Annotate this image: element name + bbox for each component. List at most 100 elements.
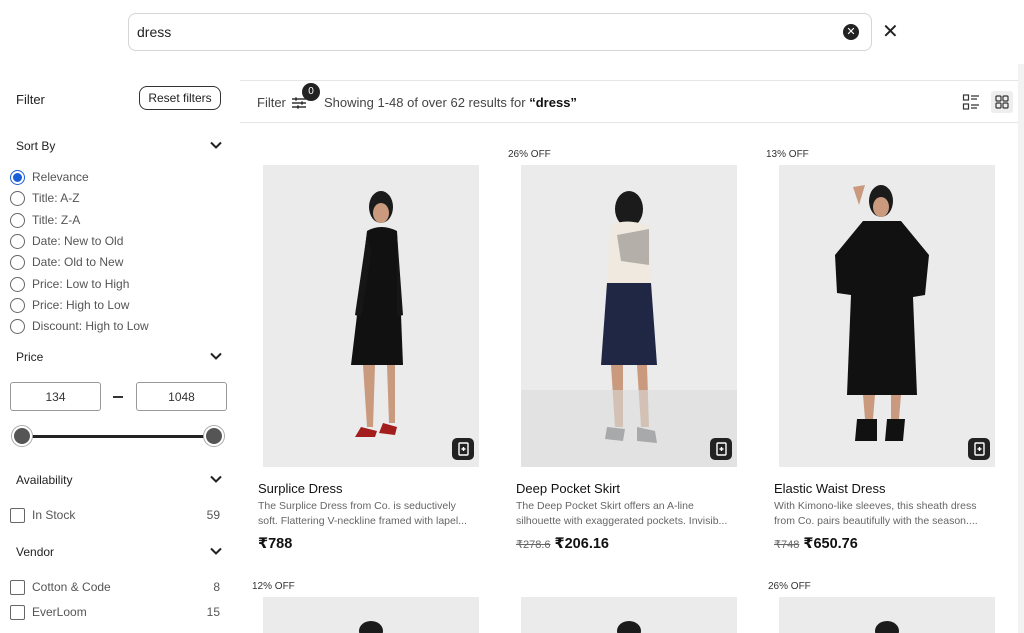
chevron-down-icon[interactable]: [210, 350, 222, 362]
price-min-input[interactable]: [10, 382, 101, 411]
sort-option[interactable]: Date: Old to New: [10, 253, 123, 271]
sort-option-label: Date: New to Old: [32, 234, 124, 248]
radio-button[interactable]: [10, 297, 25, 313]
radio-button[interactable]: [10, 169, 25, 185]
price-slider-track: [22, 435, 214, 438]
grid-view-icon[interactable]: [991, 91, 1013, 113]
radio-button[interactable]: [10, 276, 25, 292]
sort-option[interactable]: Date: New to Old: [10, 232, 123, 250]
product-image[interactable]: [263, 597, 479, 633]
product-description: With Kimono-like sleeves, this sheath dr…: [774, 499, 1004, 529]
price-title: Price: [16, 350, 44, 364]
circle-x-icon[interactable]: ✕: [843, 24, 859, 40]
sort-option-label: Title: A-Z: [32, 191, 80, 205]
results-query: “dress”: [529, 95, 577, 110]
description-line: The Surplice Dress from Co. is seductive…: [258, 500, 456, 512]
product-price: ₹278.6 ₹206.16: [516, 536, 609, 552]
chevron-down-icon[interactable]: [210, 545, 222, 557]
checkbox[interactable]: [10, 579, 25, 595]
discount-badge: 26% OFF: [768, 581, 811, 592]
search-box: ✕: [128, 13, 872, 51]
product-photo: [521, 191, 737, 467]
sort-by-title: Sort By: [16, 139, 56, 153]
facet-count: 59: [206, 508, 220, 522]
filter-sidebar: Filter Reset filters Sort By Relevance Ti…: [0, 80, 240, 633]
radio-button[interactable]: [10, 233, 25, 249]
checkbox-label: Cotton & Code: [32, 580, 111, 594]
description-line: from Co. pairs beautifully with the seas…: [774, 515, 978, 527]
description-line: With Kimono-like sleeves, this sheath dr…: [774, 500, 977, 512]
close-icon[interactable]: ✕: [882, 20, 900, 44]
radio-button[interactable]: [10, 254, 25, 270]
radio-button[interactable]: [10, 318, 25, 334]
vendor-title: Vendor: [16, 545, 55, 559]
product-image[interactable]: [779, 597, 995, 633]
toolbar-filter-label[interactable]: Filter: [257, 95, 286, 110]
checkbox-label: In Stock: [32, 508, 76, 522]
availability-in-stock[interactable]: In Stock 59: [10, 506, 220, 524]
price-max-input[interactable]: [136, 382, 227, 411]
search-input[interactable]: [137, 18, 827, 46]
product-image[interactable]: [521, 165, 737, 467]
filter-heading: Filter: [16, 92, 45, 107]
results-toolbar: Filter 0 Showing 1-48 of over 62 results…: [240, 80, 1020, 123]
product-title[interactable]: Surplice Dress: [258, 481, 343, 496]
chevron-down-icon[interactable]: [210, 139, 222, 151]
reset-filters-button[interactable]: Reset filters: [139, 86, 221, 110]
product-title[interactable]: Elastic Waist Dress: [774, 481, 885, 496]
facet-count: 15: [206, 605, 220, 619]
price-range-dash: [113, 396, 123, 398]
discount-badge: 12% OFF: [252, 581, 295, 592]
product-image[interactable]: [779, 165, 995, 467]
original-price: ₹748: [774, 539, 800, 551]
sort-option-label: Price: Low to High: [32, 277, 130, 291]
product-image[interactable]: [263, 165, 479, 467]
vendor-cotton-code[interactable]: Cotton & Code 8: [10, 578, 220, 596]
original-price: ₹278.6: [516, 539, 551, 551]
chevron-down-icon[interactable]: [210, 473, 222, 485]
quick-add-icon[interactable]: [452, 438, 474, 460]
product-price: ₹788: [258, 536, 292, 552]
sort-option[interactable]: Price: Low to High: [10, 275, 129, 293]
radio-button[interactable]: [10, 190, 25, 206]
product-title[interactable]: Deep Pocket Skirt: [516, 481, 620, 496]
results-summary: Showing 1-48 of over 62 results for “dre…: [324, 95, 577, 110]
sale-price: ₹206.16: [554, 536, 609, 552]
sort-option-label: Date: Old to New: [32, 255, 124, 269]
sale-price: ₹788: [258, 536, 293, 552]
checkbox[interactable]: [10, 604, 25, 620]
sort-option-label: Price: High to Low: [32, 298, 130, 312]
price-slider-min-handle[interactable]: [12, 426, 32, 446]
sort-option[interactable]: Title: Z-A: [10, 211, 80, 229]
price-slider-max-handle[interactable]: [204, 426, 224, 446]
quick-add-icon[interactable]: [968, 438, 990, 460]
product-photo: [351, 191, 403, 437]
sale-price: ₹650.76: [803, 536, 858, 552]
sort-option[interactable]: Discount: High to Low: [10, 317, 149, 335]
product-photo: [617, 621, 641, 633]
sort-option-label: Discount: High to Low: [32, 319, 149, 333]
radio-button[interactable]: [10, 212, 25, 228]
results-prefix: Showing 1-48 of over 62 results for: [324, 95, 526, 110]
product-photo: [359, 621, 383, 633]
sort-option[interactable]: Price: High to Low: [10, 296, 129, 314]
product-photo: [835, 185, 929, 441]
list-view-icon[interactable]: [962, 93, 980, 111]
vendor-everloom[interactable]: EverLoom 15: [10, 603, 220, 621]
checkbox[interactable]: [10, 507, 25, 523]
product-photo: [875, 621, 899, 633]
description-line: silhouette with exaggerated pockets. Inv…: [516, 515, 728, 527]
quick-add-icon[interactable]: [710, 438, 732, 460]
sort-option-label: Title: Z-A: [32, 213, 81, 227]
discount-badge: 26% OFF: [508, 149, 551, 160]
page-scrollbar[interactable]: [1018, 64, 1024, 633]
product-price: ₹748 ₹650.76: [774, 536, 858, 552]
discount-badge: 13% OFF: [766, 149, 809, 160]
description-line: soft. Flattering V-neckline framed with …: [258, 515, 467, 527]
product-description: The Deep Pocket Skirt offers an A-line si…: [516, 499, 746, 529]
sort-option-label: Relevance: [32, 170, 89, 184]
availability-title: Availability: [16, 473, 73, 487]
sort-option[interactable]: Title: A-Z: [10, 189, 80, 207]
product-image[interactable]: [521, 597, 737, 633]
sort-option[interactable]: Relevance: [10, 168, 89, 186]
